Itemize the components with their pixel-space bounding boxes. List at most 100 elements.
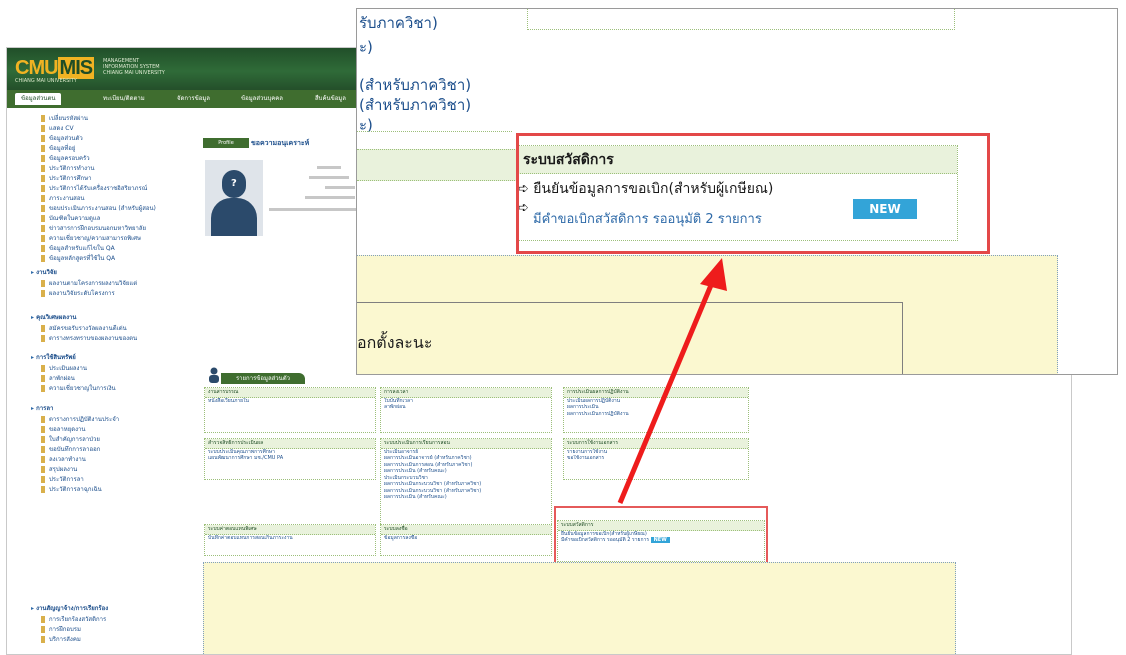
folder-icon: [41, 135, 45, 142]
folder-icon: [41, 195, 45, 202]
tab-search[interactable]: สืบค้นข้อมูล: [309, 93, 352, 105]
sidebar-section-leave[interactable]: การลา: [31, 404, 53, 414]
profile-line: [309, 176, 349, 179]
service-box-title: ระบบประเมินการเรียนการสอน: [381, 439, 551, 449]
sidebar-item[interactable]: ข้อมูลหลักสูตรที่ใช้ใน QA: [41, 254, 115, 264]
folder-icon: [41, 225, 45, 232]
folder-icon: [41, 290, 45, 297]
service-box: งานสารบรรณ หนังสือเวียนภายใน: [204, 387, 376, 433]
sidebar-item[interactable]: เปลี่ยนรหัสผ่าน: [41, 114, 88, 124]
folder-icon: [41, 185, 45, 192]
tab-person-data[interactable]: ข้อมูลส่วนบุคคล: [235, 93, 289, 105]
sidebar-item[interactable]: สมัครขอรับรางวัลผลงานดีเด่น: [41, 324, 127, 334]
profile-tab[interactable]: Profile: [203, 138, 249, 148]
folder-icon: [41, 125, 45, 132]
profile-line: [269, 208, 359, 211]
sidebar-item[interactable]: ข่าวสารการฝึกอบรมนอกมหาวิทยาลัย: [41, 224, 146, 234]
service-box: ระบบประเมินการเรียนการสอน ประเมินอาจารย์…: [380, 438, 552, 526]
service-link[interactable]: ผลการประเมินการปฏิบัติงาน: [564, 411, 748, 418]
folder-icon: [41, 325, 45, 332]
sidebar-section-research[interactable]: งานวิจัย: [31, 268, 57, 278]
folder-icon: [41, 175, 45, 182]
yellow-inner-box: [357, 302, 903, 374]
sidebar-item[interactable]: ประวัติการทำงาน: [41, 164, 94, 174]
sidebar-item[interactable]: ขอลาหยุดงาน: [41, 425, 86, 435]
profile-line: [305, 196, 355, 199]
service-box: สำรวจสิทธิการประเมินผล ระบบประเมินคุณภาพ…: [204, 438, 376, 480]
sidebar-item[interactable]: ความเชี่ยวชาญในการเงิน: [41, 384, 116, 394]
service-link[interactable]: แผนพัฒนาการศึกษา มช./CMU PA: [205, 455, 375, 462]
sidebar-item[interactable]: ประวัติการลาฉุกเฉิน: [41, 485, 102, 495]
sidebar-item[interactable]: ประวัติการลา: [41, 475, 84, 485]
sidebar-item[interactable]: ประวัติการได้รับเครื่องราชอิสริยาภรณ์: [41, 184, 147, 194]
sidebar-item[interactable]: ประวัติการศึกษา: [41, 174, 92, 184]
zoom-fragment: รับภาควิชา): [359, 14, 438, 32]
sidebar-item[interactable]: ภาระงานสอน: [41, 194, 85, 204]
tab-registration[interactable]: ทะเบียน/ติดตาม: [97, 93, 151, 105]
folder-icon: [41, 165, 45, 172]
folder-icon: [41, 255, 45, 262]
service-box: การประเมินผลการปฏิบัติงาน ประเมินผลการปฏ…: [563, 387, 749, 433]
sidebar-item[interactable]: ลาพักผ่อน: [41, 374, 75, 384]
highlight-box-large: [516, 133, 990, 254]
sidebar-item[interactable]: ตารางการปฏิบัติงานประจำ: [41, 415, 119, 425]
services-tab[interactable]: รายการข้อมูลส่วนตัว: [221, 373, 305, 384]
sidebar-item[interactable]: ขอบันทึกการลาออก: [41, 445, 100, 455]
sidebar-item[interactable]: บริการสังคม: [41, 635, 81, 645]
service-link[interactable]: หนังสือเวียนภายใน: [205, 398, 375, 405]
sidebar-item[interactable]: ข้อมูลที่อยู่: [41, 144, 75, 154]
sidebar-item[interactable]: ข้อมูลสำหรับแก้ไขใน QA: [41, 244, 115, 254]
service-link[interactable]: ผลการประเมิน (สำหรับคณะ): [381, 494, 551, 501]
service-box-title: สำรวจสิทธิการประเมินผล: [205, 439, 375, 449]
zoom-fragment: ะ): [359, 38, 373, 56]
sidebar-item[interactable]: สรุปผลงาน: [41, 465, 77, 475]
sidebar-item[interactable]: ผลงานตามโครงการผลงานวิจัยแต่: [41, 279, 137, 289]
service-box: การลงเวลา ใบบันทึกเวลา ลาพักผ่อน: [380, 387, 552, 433]
sidebar-item[interactable]: ประเมินผลงาน: [41, 364, 87, 374]
sidebar-item[interactable]: การฝึกอบรม: [41, 625, 81, 635]
sidebar-item[interactable]: ข้อมูลส่วนตัว: [41, 134, 83, 144]
sidebar-item[interactable]: ความเชี่ยวชาญ/ความสามารถพิเศษ: [41, 234, 141, 244]
sidebar-item[interactable]: แสดง CV: [41, 124, 74, 134]
folder-icon: [41, 436, 45, 443]
service-link[interactable]: ลาพักผ่อน: [381, 404, 551, 411]
logo-cmu: CMU: [15, 57, 59, 79]
sidebar-section-assets[interactable]: การใช้สินทรัพย์: [31, 353, 76, 363]
folder-icon: [41, 385, 45, 392]
sidebar-item[interactable]: ขอบประเมินภาระงานสอน (สำหรับผู้สอน): [41, 204, 156, 214]
folder-icon: [41, 446, 45, 453]
zoom-fragment: ะ): [359, 116, 373, 134]
folder-icon: [41, 486, 45, 493]
sidebar-section-contract[interactable]: งานสัญญาจ้าง/การเรียกร้อง: [31, 604, 108, 614]
folder-icon: [41, 155, 45, 162]
sidebar-item[interactable]: บัณฑิตในความดูแล: [41, 214, 100, 224]
folder-icon: [41, 235, 45, 242]
sidebar-item[interactable]: ใบสำคัญการลาป่วย: [41, 435, 100, 445]
logo-mis: MIS: [57, 57, 95, 79]
sidebar: เปลี่ยนรหัสผ่าน แสดง CV ข้อมูลส่วนตัว ข้…: [7, 108, 187, 654]
logo-description: MANAGEMENT INFORMATION SYSTEM CHIANG MAI…: [103, 58, 165, 76]
sidebar-item[interactable]: ลงเวลาทำงาน: [41, 455, 86, 465]
yellow-panel-text: อกตั้งละนะ: [357, 333, 433, 352]
tab-manage[interactable]: จัดการข้อมูล: [171, 93, 216, 105]
sidebar-item[interactable]: การเรียกร้องสวัสดิการ: [41, 615, 106, 625]
sidebar-item[interactable]: ข้อมูลครอบครัว: [41, 154, 90, 164]
sidebar-item[interactable]: ผลงานวิจัยระดับโครงการ: [41, 289, 115, 299]
cmu-mis-logo[interactable]: CMU MIS: [15, 57, 95, 80]
dotted-box: [527, 9, 955, 30]
service-link[interactable]: บันทึกค่าตอบแทนการสอนเกินภาระงาน: [205, 535, 375, 542]
tab-personal[interactable]: ข้อมูลส่วนตน: [15, 93, 62, 105]
service-box-title: ระบบลงชื่อ: [381, 525, 551, 535]
profile-line: [325, 186, 355, 189]
folder-icon: [41, 476, 45, 483]
sidebar-section-awards[interactable]: คุณวิเศษผลงาน: [31, 313, 76, 323]
logo-subtitle: CHIANG MAI UNIVERSITY: [15, 78, 77, 84]
sidebar-item[interactable]: ตารางทรงทราบของผลงานของตน: [41, 334, 137, 344]
service-link[interactable]: ข้อมูลการลงชื่อ: [381, 535, 551, 542]
dotted-divider: [357, 131, 512, 132]
service-link[interactable]: ขอใช้งานเอกสาร: [564, 455, 748, 462]
folder-icon: [41, 416, 45, 423]
person-icon: [207, 367, 221, 383]
zoom-inset: รับภาควิชา) ะ) (สำหรับภาควิชา) (สำหรับภา…: [356, 8, 1118, 375]
highlight-box-small: [554, 506, 768, 570]
